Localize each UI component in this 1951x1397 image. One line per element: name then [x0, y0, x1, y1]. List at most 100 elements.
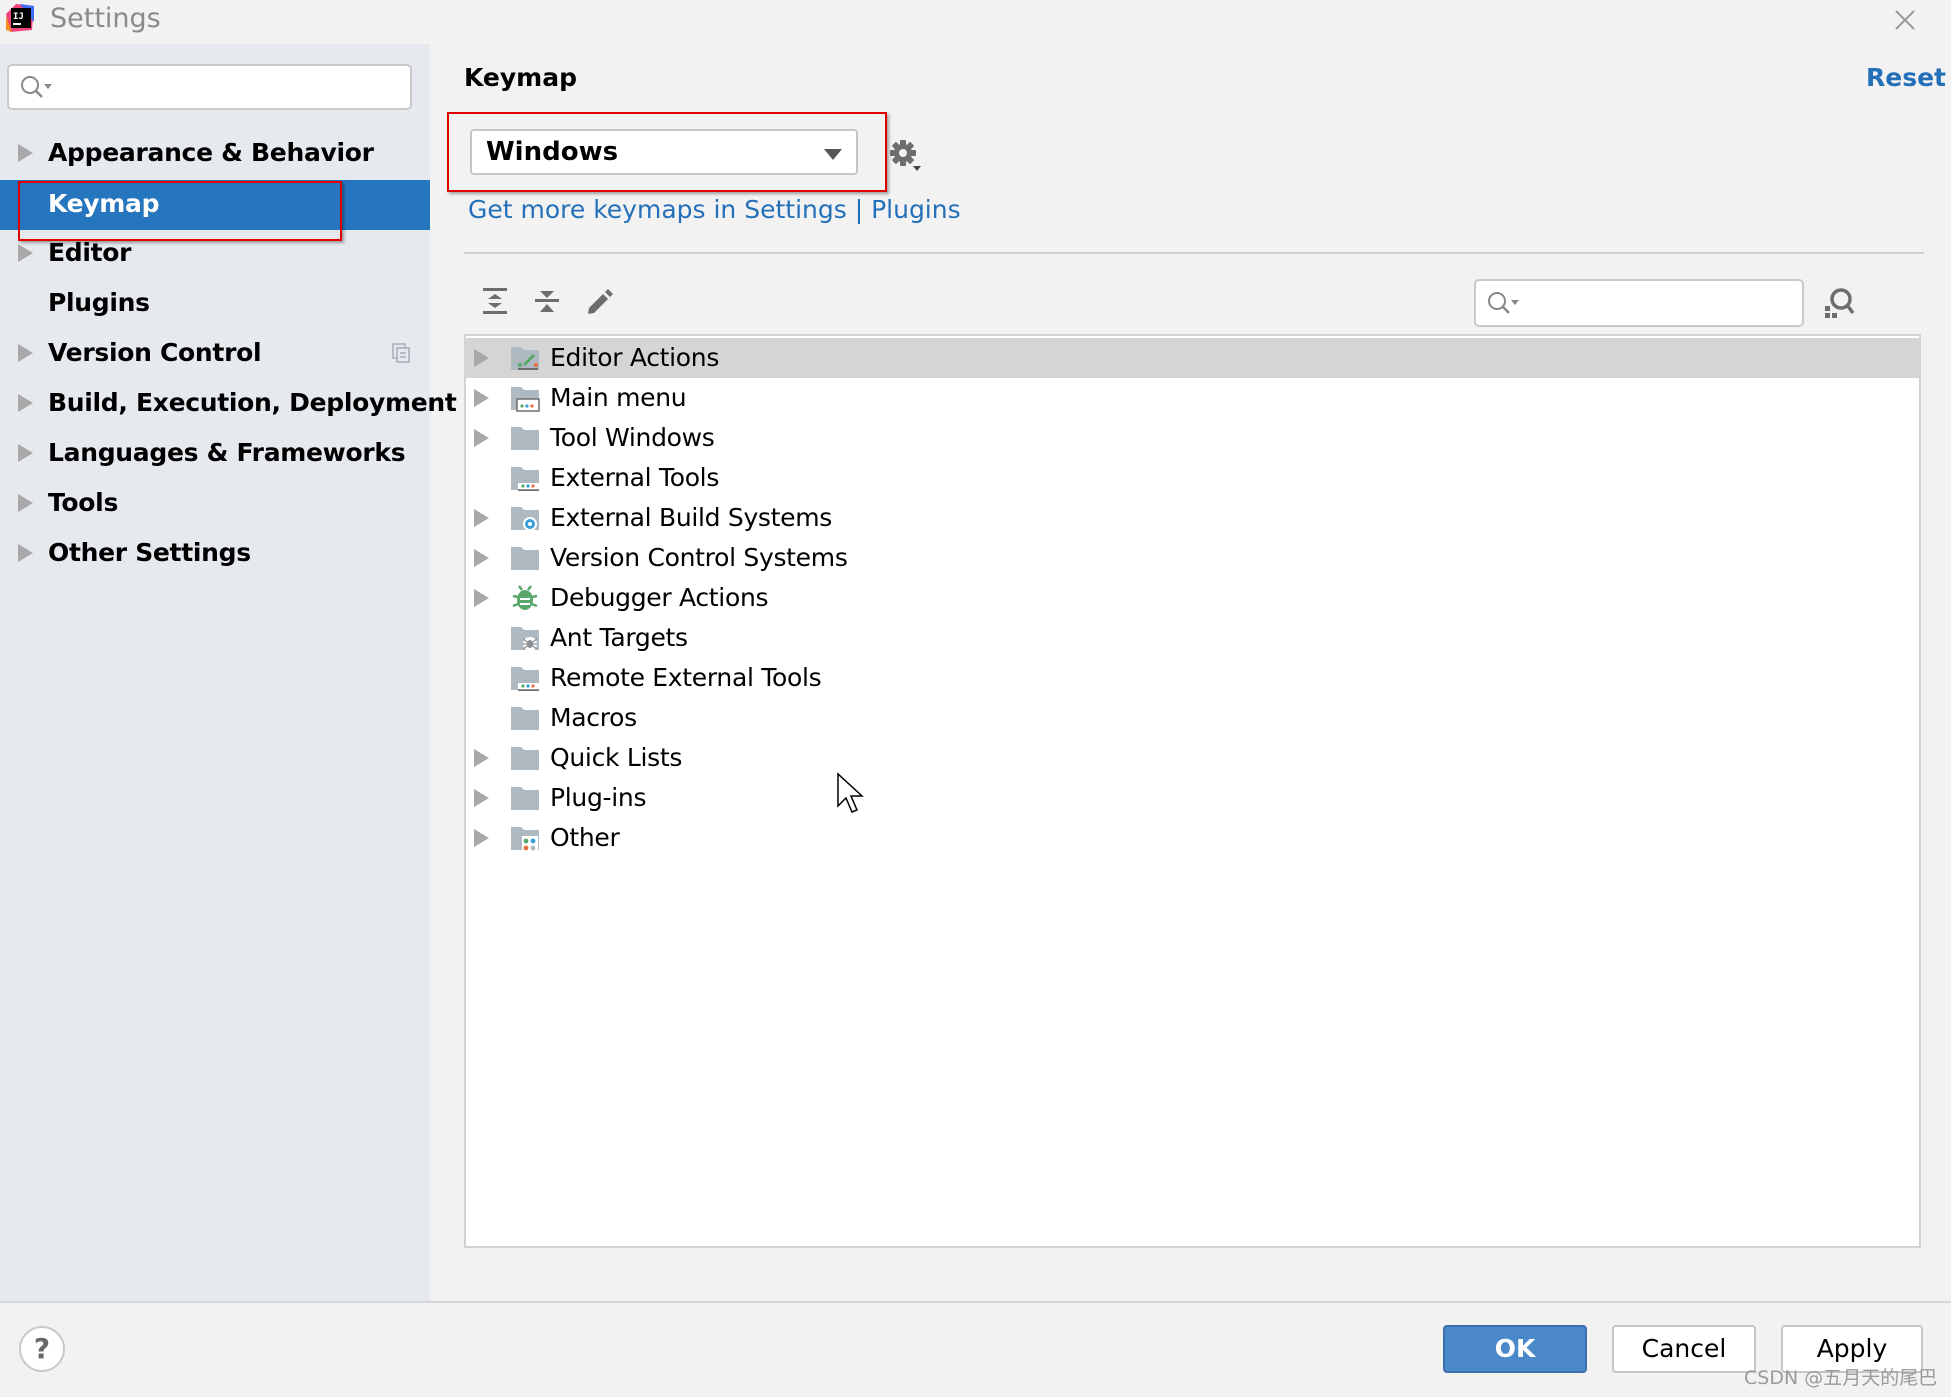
sidebar-item-label: Version Control [48, 338, 262, 367]
expand-arrow-icon[interactable] [18, 444, 33, 462]
sidebar-item-label: Build, Execution, Deployment [48, 388, 457, 417]
sidebar-item-tools[interactable]: Tools [0, 479, 430, 529]
expand-arrow-icon[interactable] [474, 789, 489, 807]
divider [0, 1301, 1951, 1303]
tree-row-label: External Tools [550, 463, 720, 492]
svg-text:IJ: IJ [13, 12, 24, 22]
tree-row-external-build-systems[interactable]: External Build Systems [466, 498, 1919, 538]
intellij-idea-logo-icon: IJ [6, 4, 34, 32]
sidebar-item-build-execution-deployment[interactable]: Build, Execution, Deployment [0, 379, 457, 429]
tree-row-editor-actions[interactable]: Editor Actions [466, 338, 1919, 378]
tree-row-label: Remote External Tools [550, 663, 822, 692]
tree-row-main-menu[interactable]: Main menu [466, 378, 1919, 418]
title-bar: IJ Settings [0, 0, 1951, 44]
tree-row-label: Main menu [550, 383, 687, 412]
help-button[interactable]: ? [19, 1326, 65, 1372]
sidebar-item-label: Languages & Frameworks [48, 438, 406, 467]
folder-external-tools-icon [511, 467, 539, 491]
tree-row-label: External Build Systems [550, 503, 833, 532]
expand-arrow-icon[interactable] [474, 589, 489, 607]
search-icon [1488, 292, 1519, 314]
reset-link[interactable]: Reset [1866, 58, 1946, 98]
sidebar-item-other-settings[interactable]: Other Settings [0, 529, 430, 579]
tree-row-label: Tool Windows [550, 423, 715, 452]
tree-row-ant-targets[interactable]: Ant Targets [466, 618, 1919, 658]
folder-icon [511, 707, 539, 730]
folder-icon [511, 427, 539, 450]
tree-row-label: Version Control Systems [550, 543, 848, 572]
tree-row-label: Quick Lists [550, 743, 683, 772]
expand-arrow-icon[interactable] [18, 494, 33, 512]
sidebar-item-label: Plugins [48, 288, 150, 317]
tree-row-label: Plug-ins [550, 783, 647, 812]
sidebar-item-label: Appearance & Behavior [48, 138, 374, 167]
folder-icon [511, 747, 539, 770]
ok-button[interactable]: OK [1443, 1325, 1587, 1373]
expand-arrow-icon[interactable] [474, 389, 489, 407]
folder-other-icon [511, 827, 539, 852]
page-title: Keymap [464, 63, 578, 92]
project-settings-copy-icon [392, 343, 410, 363]
keymap-actions-tree[interactable]: Editor Actions Main menu Tool Windows Ex… [464, 334, 1921, 1248]
tree-row-version-control-systems[interactable]: Version Control Systems [466, 538, 1919, 578]
gear-icon[interactable] [888, 138, 924, 174]
folder-ant-icon [511, 627, 539, 651]
tree-row-label: Ant Targets [550, 623, 688, 652]
expand-arrow-icon[interactable] [474, 749, 489, 767]
tree-row-macros[interactable]: Macros [466, 698, 1919, 738]
expand-arrow-icon[interactable] [474, 349, 489, 367]
window-title: Settings [50, 3, 161, 34]
sidebar-item-languages-frameworks[interactable]: Languages & Frameworks [0, 429, 430, 479]
sidebar-item-label: Other Settings [48, 538, 251, 567]
folder-editor-actions-icon [511, 347, 539, 370]
divider [464, 252, 1924, 254]
keymap-select[interactable]: Windows [470, 129, 858, 175]
folder-icon [511, 787, 539, 810]
sidebar-item-appearance-behavior[interactable]: Appearance & Behavior [0, 129, 430, 179]
tree-row-label: Macros [550, 703, 637, 732]
tree-row-debugger-actions[interactable]: Debugger Actions [466, 578, 1919, 618]
expand-arrow-icon[interactable] [18, 394, 33, 412]
folder-menu-icon [511, 387, 540, 412]
cancel-button[interactable]: Cancel [1612, 1325, 1756, 1373]
bug-icon [512, 585, 538, 610]
tree-row-remote-external-tools[interactable]: Remote External Tools [466, 658, 1919, 698]
sidebar-item-label: Keymap [48, 189, 160, 218]
folder-gear-icon [511, 507, 539, 531]
watermark: CSDN @五月天的尾巴 [1744, 1367, 1938, 1389]
expand-arrow-icon[interactable] [18, 544, 33, 562]
find-by-shortcut-icon[interactable] [1822, 286, 1856, 320]
pencil-icon[interactable] [584, 286, 614, 316]
keymap-select-value: Windows [486, 137, 619, 167]
expand-arrow-icon[interactable] [474, 829, 489, 847]
expand-arrow-icon[interactable] [18, 344, 33, 362]
tree-row-plug-ins[interactable]: Plug-ins [466, 778, 1919, 818]
folder-external-tools-icon [511, 667, 539, 691]
sidebar-search-input[interactable] [7, 64, 412, 110]
tree-row-other[interactable]: Other [466, 818, 1919, 858]
expand-arrow-icon[interactable] [474, 429, 489, 447]
sidebar-item-label: Tools [48, 488, 119, 517]
expand-arrow-icon[interactable] [474, 549, 489, 567]
tree-row-quick-lists[interactable]: Quick Lists [466, 738, 1919, 778]
search-icon [21, 76, 52, 98]
sidebar-item-keymap[interactable]: Keymap [0, 180, 430, 230]
tree-row-label: Other [550, 823, 620, 852]
tree-row-label: Editor Actions [550, 343, 720, 372]
get-more-keymaps-link[interactable]: Get more keymaps in Settings | Plugins [468, 190, 961, 230]
expand-arrow-icon[interactable] [18, 244, 33, 262]
sidebar-item-plugins[interactable]: Plugins [0, 279, 430, 329]
expand-arrow-icon[interactable] [474, 509, 489, 527]
tree-row-external-tools[interactable]: External Tools [466, 458, 1919, 498]
sidebar-item-editor[interactable]: Editor [0, 229, 430, 279]
folder-icon [511, 547, 539, 570]
tree-row-tool-windows[interactable]: Tool Windows [466, 418, 1919, 458]
expand-all-icon[interactable] [480, 286, 510, 316]
collapse-all-icon[interactable] [532, 286, 562, 316]
sidebar-item-version-control[interactable]: Version Control [0, 329, 430, 379]
keymap-search-field[interactable] [1524, 287, 1798, 321]
keymap-search-input[interactable] [1474, 279, 1804, 327]
close-icon[interactable] [1890, 5, 1918, 33]
sidebar-search-field[interactable] [59, 70, 403, 106]
expand-arrow-icon[interactable] [18, 144, 33, 162]
